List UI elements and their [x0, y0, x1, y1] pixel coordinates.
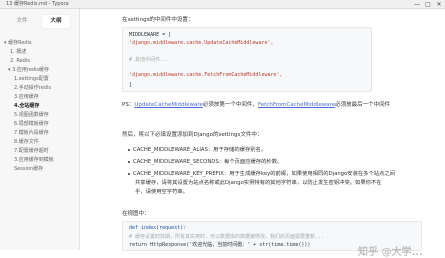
list-item: CACHE_MIDDLEWARE_KEY_PREFIX：用于生成缓存key的前缀… [128, 169, 395, 177]
code-line: 'django.middleware.cache.UpdateCacheMidd… [129, 40, 274, 46]
code-line: 'django.middleware.cache.FetchFromCacheM… [129, 72, 283, 78]
bullet-dot [128, 172, 130, 175]
code-line: ] [129, 82, 133, 88]
ps-prefix: PS： [122, 102, 135, 108]
outline-item-view-cache[interactable]: 5.视图函数缓存 [14, 111, 49, 119]
bullet-dot [128, 160, 130, 163]
list-item-continuation: 共享缓存，请将其设置为站点名称或此Django实例特有的其他字符串，以防止发生密… [135, 180, 382, 186]
outline-item-cache-file[interactable]: 8.缓存文件 [14, 138, 39, 146]
code-line: MIDDLEWARE = [ [129, 32, 172, 38]
outline-item-redis[interactable]: 2. Redis [10, 57, 30, 65]
ps-note: PS：UpdateCacheMiddleware必须放第一个中间件，FetchF… [122, 100, 390, 108]
outline-item-settings[interactable]: 1.settings配置 [14, 75, 49, 83]
bullet-text: CACHE_MIDDLEWARE_KEY_PREFIX：用于生成缓存key的前缀… [133, 171, 395, 177]
outline-item-redis-cache[interactable]: ▾ 缓存Redis [4, 39, 32, 47]
then-text: 然后，将以下必填设置添加到Django的settings文件中： [122, 132, 263, 138]
outline-item-manual-redis[interactable]: 2.手动操作redis [14, 84, 51, 92]
code-line: return HttpResponse('欢迎光临，当前时间戳：' + str(… [129, 242, 311, 248]
code-comment: # 其他中间件... [129, 57, 170, 63]
tab-files[interactable]: 文件 [8, 15, 36, 28]
outline-item-session-cache[interactable]: Session缓存 [14, 165, 43, 173]
code-comment: # 缓存设置时效期，所有其实用时，可以数据库的数据被修改，我们的页面需要重新..… [129, 234, 325, 240]
document-body[interactable]: 在settings的中间件中设置： MIDDLEWARE = [ 'django… [80, 9, 445, 258]
maximize-button[interactable]: □ [423, 0, 433, 9]
tab-outline[interactable]: 大纲 [42, 15, 70, 28]
code-line: def index(request): [129, 225, 187, 231]
close-button[interactable]: ✕ [434, 0, 444, 9]
ps-link-update[interactable]: UpdateCacheMiddleware [134, 102, 203, 108]
ps-link-fetch[interactable]: FetchFromCacheMiddleware [258, 102, 335, 108]
window-title: 13 缓存Redis.md - Typora [6, 1, 69, 7]
bullet-dot [128, 148, 130, 151]
outline-item-fragment-cache[interactable]: 7.模板片段缓存 [14, 129, 49, 137]
outline-item-apply-cache[interactable]: 3.应用缓存 [14, 93, 39, 101]
sidebar: 文件 大纲 ▾ 缓存Redis 1. 概述 2. Redis ▾ 3.应用red… [0, 9, 80, 250]
title-bar: 13 缓存Redis.md - Typora — □ ✕ [0, 0, 445, 9]
list-item-continuation: 乎，请使用空字符串。 [135, 189, 188, 195]
code-block-middleware[interactable]: MIDDLEWARE = [ 'django.middleware.cache.… [122, 27, 372, 92]
sidebar-tabs: 文件 大纲 [0, 15, 80, 28]
outline-item-cache-template[interactable]: 3.应用缓存到模板 [14, 156, 54, 164]
outline-item-template-cache[interactable]: 6.局部模板缓存 [14, 120, 49, 128]
intro-text: 在settings的中间件中设置： [122, 17, 194, 23]
bullet-text: CACHE_MIDDLEWARE_SECONDS：每个页面应缓存的秒数。 [133, 159, 283, 165]
outline-item-overview[interactable]: 1. 概述 [10, 48, 26, 56]
ps-mid: 必须放第一个中间件， [202, 102, 258, 108]
outline-item-apply-redis[interactable]: ▾ 3.应用redis缓存 [8, 66, 49, 74]
bullet-text: CACHE_MIDDLEWARE_ALIAS：用于存储的缓存别名。 [133, 147, 267, 153]
minimize-button[interactable]: — [412, 0, 422, 9]
outline-item-site-cache[interactable]: 4.全站缓存 [14, 102, 39, 110]
ps-suffix: 必须放最后一个中间件 [335, 102, 391, 108]
view-heading: 在视图中： [122, 211, 150, 217]
list-item: CACHE_MIDDLEWARE_SECONDS：每个页面应缓存的秒数。 [128, 157, 282, 165]
list-item: CACHE_MIDDLEWARE_ALIAS：用于存储的缓存别名。 [128, 145, 266, 153]
watermark: 知乎 @大学... [358, 247, 423, 258]
outline-item-cache-timeout[interactable]: 7.配置缓存超时 [14, 147, 49, 155]
